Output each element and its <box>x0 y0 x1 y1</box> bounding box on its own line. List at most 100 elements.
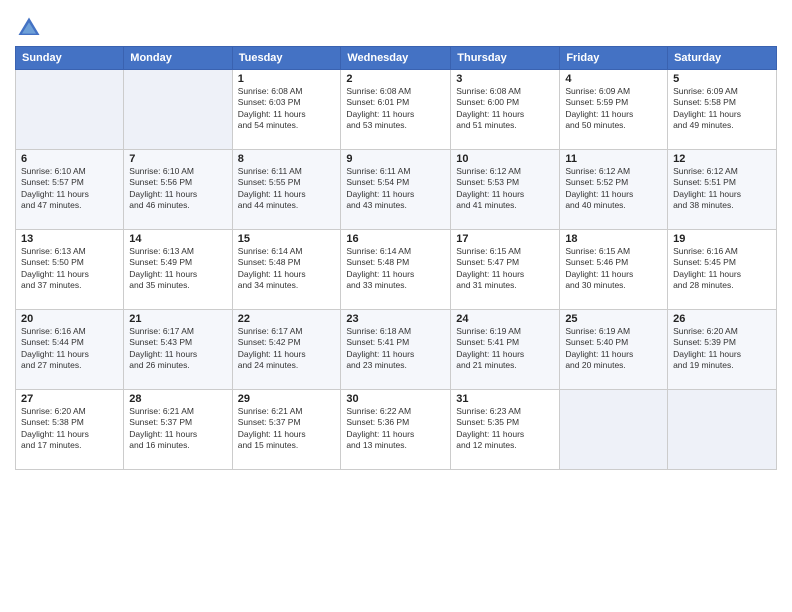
week-row-2: 6Sunrise: 6:10 AMSunset: 5:57 PMDaylight… <box>16 150 777 230</box>
day-number: 8 <box>238 153 336 165</box>
day-number: 29 <box>238 393 336 405</box>
day-cell: 27Sunrise: 6:20 AMSunset: 5:38 PMDayligh… <box>16 390 124 470</box>
sunrise-info: Sunrise: 6:16 AM <box>21 326 118 337</box>
day-number: 16 <box>346 233 445 245</box>
day-number: 4 <box>565 73 662 85</box>
sunset-info: Sunset: 5:46 PM <box>565 257 662 268</box>
day-cell: 29Sunrise: 6:21 AMSunset: 5:37 PMDayligh… <box>232 390 341 470</box>
daylight-hours: Daylight: 11 hours <box>346 349 445 360</box>
day-info-cont: and 27 minutes. <box>21 360 118 371</box>
day-cell: 13Sunrise: 6:13 AMSunset: 5:50 PMDayligh… <box>16 230 124 310</box>
day-info: Sunrise: 6:12 AMSunset: 5:51 PMDaylight:… <box>673 166 771 212</box>
sunrise-info: Sunrise: 6:19 AM <box>456 326 554 337</box>
day-info-cont: and 19 minutes. <box>673 360 771 371</box>
calendar-header-row: SundayMondayTuesdayWednesdayThursdayFrid… <box>16 47 777 70</box>
day-info-cont: and 51 minutes. <box>456 120 554 131</box>
sunrise-info: Sunrise: 6:19 AM <box>565 326 662 337</box>
sunset-info: Sunset: 5:57 PM <box>21 177 118 188</box>
sunset-info: Sunset: 5:52 PM <box>565 177 662 188</box>
sunrise-info: Sunrise: 6:18 AM <box>346 326 445 337</box>
day-info: Sunrise: 6:08 AMSunset: 6:01 PMDaylight:… <box>346 86 445 132</box>
sunset-info: Sunset: 5:44 PM <box>21 337 118 348</box>
day-info: Sunrise: 6:17 AMSunset: 5:43 PMDaylight:… <box>129 326 226 372</box>
sunset-info: Sunset: 5:59 PM <box>565 97 662 108</box>
logo <box>15 14 47 42</box>
day-info: Sunrise: 6:14 AMSunset: 5:48 PMDaylight:… <box>238 246 336 292</box>
sunrise-info: Sunrise: 6:15 AM <box>456 246 554 257</box>
sunrise-info: Sunrise: 6:10 AM <box>129 166 226 177</box>
day-cell: 25Sunrise: 6:19 AMSunset: 5:40 PMDayligh… <box>560 310 668 390</box>
sunrise-info: Sunrise: 6:12 AM <box>456 166 554 177</box>
sunrise-info: Sunrise: 6:12 AM <box>565 166 662 177</box>
day-info-cont: and 44 minutes. <box>238 200 336 211</box>
day-cell <box>668 390 777 470</box>
sunset-info: Sunset: 5:54 PM <box>346 177 445 188</box>
week-row-4: 20Sunrise: 6:16 AMSunset: 5:44 PMDayligh… <box>16 310 777 390</box>
sunrise-info: Sunrise: 6:21 AM <box>129 406 226 417</box>
daylight-hours: Daylight: 11 hours <box>21 349 118 360</box>
day-info-cont: and 54 minutes. <box>238 120 336 131</box>
sunset-info: Sunset: 5:38 PM <box>21 417 118 428</box>
day-info: Sunrise: 6:11 AMSunset: 5:55 PMDaylight:… <box>238 166 336 212</box>
day-info: Sunrise: 6:21 AMSunset: 5:37 PMDaylight:… <box>129 406 226 452</box>
daylight-hours: Daylight: 11 hours <box>673 349 771 360</box>
day-info: Sunrise: 6:12 AMSunset: 5:52 PMDaylight:… <box>565 166 662 212</box>
day-info: Sunrise: 6:16 AMSunset: 5:44 PMDaylight:… <box>21 326 118 372</box>
sunset-info: Sunset: 6:00 PM <box>456 97 554 108</box>
day-info: Sunrise: 6:19 AMSunset: 5:41 PMDaylight:… <box>456 326 554 372</box>
sunset-info: Sunset: 5:39 PM <box>673 337 771 348</box>
day-number: 22 <box>238 313 336 325</box>
daylight-hours: Daylight: 11 hours <box>129 349 226 360</box>
daylight-hours: Daylight: 11 hours <box>21 429 118 440</box>
daylight-hours: Daylight: 11 hours <box>21 269 118 280</box>
day-info: Sunrise: 6:10 AMSunset: 5:57 PMDaylight:… <box>21 166 118 212</box>
sunset-info: Sunset: 5:41 PM <box>456 337 554 348</box>
day-info-cont: and 46 minutes. <box>129 200 226 211</box>
day-info-cont: and 17 minutes. <box>21 440 118 451</box>
sunset-info: Sunset: 5:56 PM <box>129 177 226 188</box>
sunrise-info: Sunrise: 6:16 AM <box>673 246 771 257</box>
day-cell: 23Sunrise: 6:18 AMSunset: 5:41 PMDayligh… <box>341 310 451 390</box>
day-info-cont: and 50 minutes. <box>565 120 662 131</box>
day-number: 6 <box>21 153 118 165</box>
sunset-info: Sunset: 5:51 PM <box>673 177 771 188</box>
sunrise-info: Sunrise: 6:17 AM <box>238 326 336 337</box>
day-info-cont: and 23 minutes. <box>346 360 445 371</box>
sunset-info: Sunset: 5:50 PM <box>21 257 118 268</box>
sunset-info: Sunset: 5:42 PM <box>238 337 336 348</box>
day-info-cont: and 49 minutes. <box>673 120 771 131</box>
sunset-info: Sunset: 5:43 PM <box>129 337 226 348</box>
day-info-cont: and 53 minutes. <box>346 120 445 131</box>
day-info: Sunrise: 6:08 AMSunset: 6:00 PMDaylight:… <box>456 86 554 132</box>
sunrise-info: Sunrise: 6:17 AM <box>129 326 226 337</box>
day-info: Sunrise: 6:12 AMSunset: 5:53 PMDaylight:… <box>456 166 554 212</box>
sunrise-info: Sunrise: 6:21 AM <box>238 406 336 417</box>
day-info-cont: and 15 minutes. <box>238 440 336 451</box>
day-cell: 10Sunrise: 6:12 AMSunset: 5:53 PMDayligh… <box>451 150 560 230</box>
day-info-cont: and 34 minutes. <box>238 280 336 291</box>
day-info: Sunrise: 6:16 AMSunset: 5:45 PMDaylight:… <box>673 246 771 292</box>
day-cell <box>124 70 232 150</box>
day-number: 11 <box>565 153 662 165</box>
day-number: 5 <box>673 73 771 85</box>
daylight-hours: Daylight: 11 hours <box>456 429 554 440</box>
sunrise-info: Sunrise: 6:22 AM <box>346 406 445 417</box>
sunset-info: Sunset: 5:48 PM <box>346 257 445 268</box>
day-number: 9 <box>346 153 445 165</box>
day-number: 31 <box>456 393 554 405</box>
day-info: Sunrise: 6:18 AMSunset: 5:41 PMDaylight:… <box>346 326 445 372</box>
daylight-hours: Daylight: 11 hours <box>673 109 771 120</box>
day-info: Sunrise: 6:22 AMSunset: 5:36 PMDaylight:… <box>346 406 445 452</box>
sunset-info: Sunset: 5:40 PM <box>565 337 662 348</box>
daylight-hours: Daylight: 11 hours <box>129 189 226 200</box>
day-info-cont: and 16 minutes. <box>129 440 226 451</box>
day-cell: 11Sunrise: 6:12 AMSunset: 5:52 PMDayligh… <box>560 150 668 230</box>
daylight-hours: Daylight: 11 hours <box>565 349 662 360</box>
day-cell: 20Sunrise: 6:16 AMSunset: 5:44 PMDayligh… <box>16 310 124 390</box>
day-cell: 19Sunrise: 6:16 AMSunset: 5:45 PMDayligh… <box>668 230 777 310</box>
day-info: Sunrise: 6:23 AMSunset: 5:35 PMDaylight:… <box>456 406 554 452</box>
day-cell: 6Sunrise: 6:10 AMSunset: 5:57 PMDaylight… <box>16 150 124 230</box>
daylight-hours: Daylight: 11 hours <box>21 189 118 200</box>
sunrise-info: Sunrise: 6:11 AM <box>346 166 445 177</box>
day-number: 12 <box>673 153 771 165</box>
